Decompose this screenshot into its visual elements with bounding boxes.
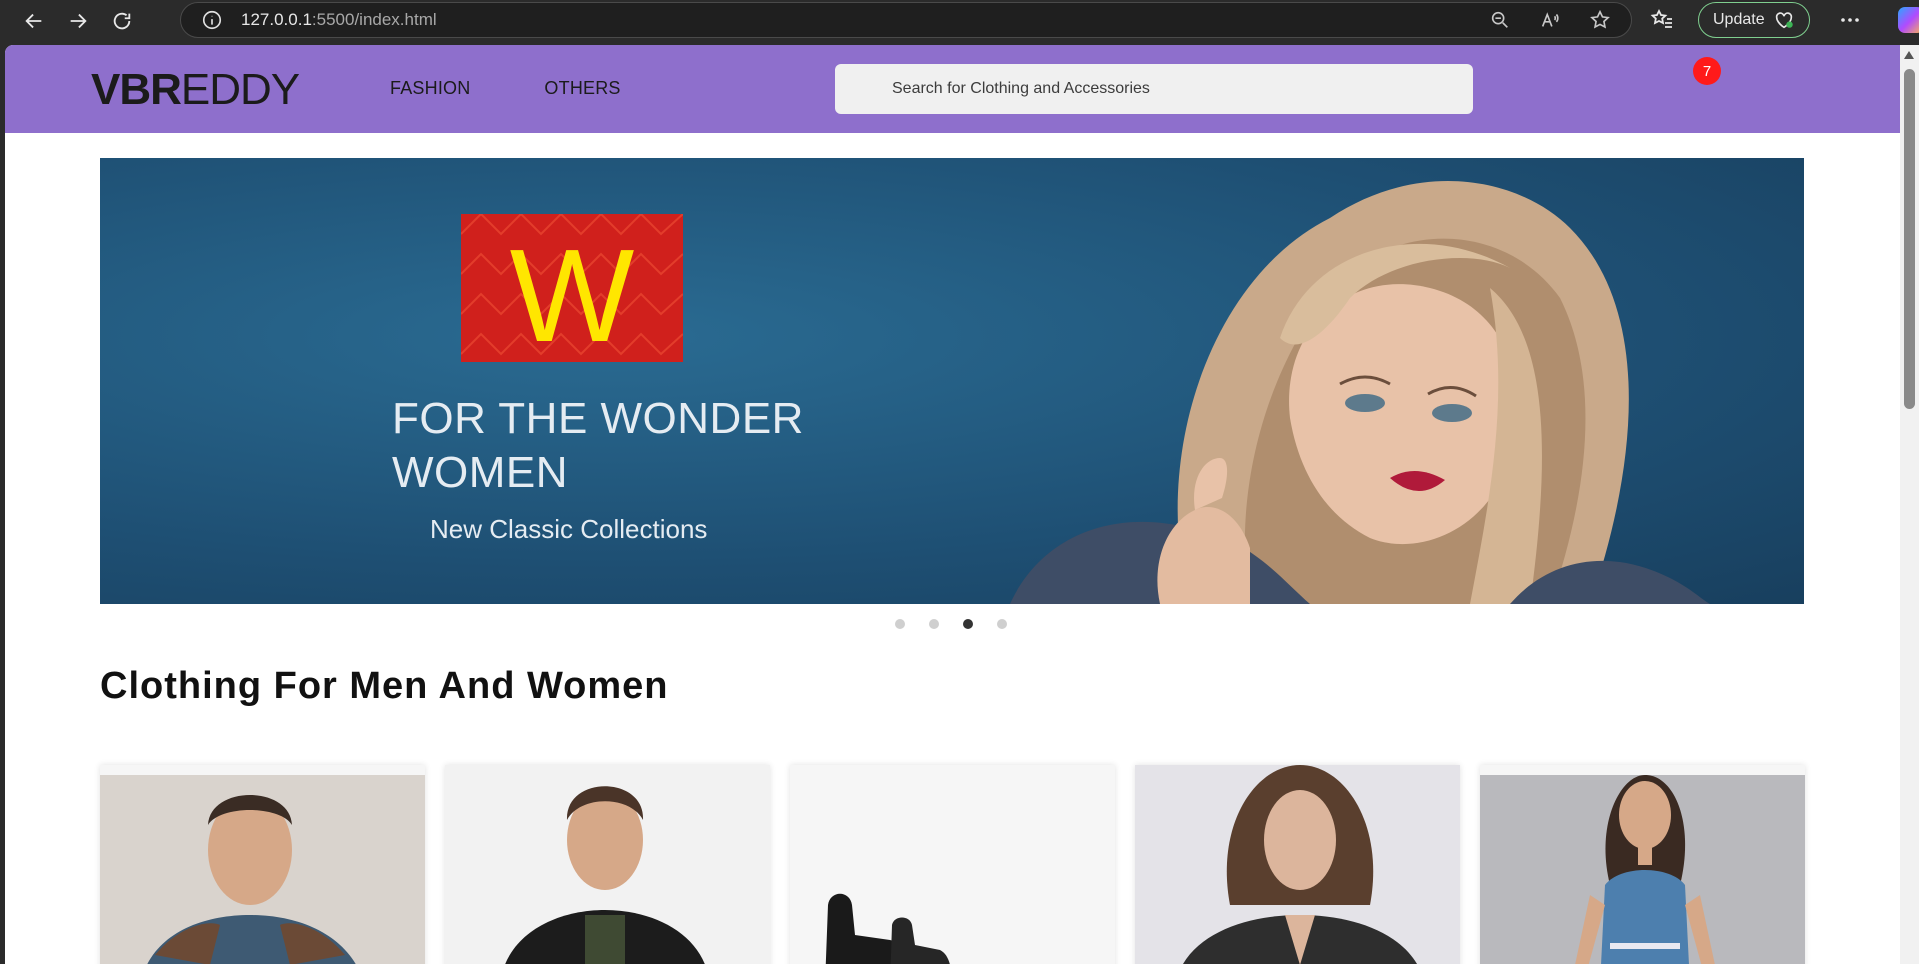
svg-text:W: W — [510, 222, 635, 362]
url-text: 127.0.0.1:5500/index.html — [241, 10, 437, 29]
reload-icon[interactable] — [100, 1, 144, 41]
menu-item-fashion[interactable]: FASHION — [390, 78, 470, 99]
carousel-dot-active[interactable] — [963, 619, 973, 629]
hero-banner[interactable]: W FOR THE WONDER WOMEN New Classic Colle… — [100, 158, 1804, 604]
banner-subline: New Classic Collections — [430, 514, 708, 544]
carousel-dot[interactable] — [929, 619, 939, 629]
forward-icon[interactable] — [56, 1, 100, 41]
update-button[interactable]: Update — [1698, 2, 1810, 38]
banner-headline: FOR THE WONDER WOMEN — [392, 394, 804, 497]
section-title: Clothing For Men And Women — [100, 665, 669, 707]
back-icon[interactable] — [12, 1, 56, 41]
health-heart-icon — [1775, 12, 1793, 29]
site-logo[interactable]: VBREDDY — [91, 65, 300, 115]
man-sweater-image — [100, 775, 425, 964]
site-header: VBREDDY FASHION OTHERS Search for Clothi… — [5, 45, 1900, 133]
product-card[interactable] — [790, 765, 1115, 964]
product-card[interactable] — [1480, 765, 1805, 964]
product-card[interactable] — [100, 765, 425, 964]
favorites-list-icon[interactable] — [1650, 8, 1674, 32]
menu-item-others[interactable]: OTHERS — [544, 78, 620, 99]
scrollbar-thumb[interactable] — [1904, 69, 1915, 409]
carousel-dot[interactable] — [997, 619, 1007, 629]
product-card[interactable] — [445, 765, 770, 964]
product-card-row — [100, 765, 1805, 964]
search-input[interactable]: Search for Clothing and Accessories — [835, 64, 1473, 114]
site-info-icon[interactable] — [201, 9, 223, 31]
carousel-dot[interactable] — [895, 619, 905, 629]
copilot-icon[interactable] — [1897, 7, 1919, 33]
woman-leather-jacket-image — [1135, 765, 1460, 964]
carousel-indicators — [895, 619, 1007, 629]
man-jacket-image — [445, 765, 770, 964]
model-portrait-image — [1010, 180, 1710, 604]
page-scrollbar[interactable] — [1900, 45, 1919, 964]
main-menu: FASHION OTHERS — [390, 78, 621, 99]
woman-denim-dress-image — [1480, 775, 1805, 964]
more-menu-icon[interactable] — [1838, 8, 1862, 32]
brand-w-logo: W — [461, 214, 683, 362]
cart-count-badge[interactable]: 7 — [1693, 57, 1721, 85]
read-aloud-icon[interactable] — [1539, 9, 1561, 31]
zoom-out-icon[interactable] — [1489, 9, 1511, 31]
update-label: Update — [1713, 11, 1765, 28]
product-card[interactable] — [1135, 765, 1460, 964]
scroll-up-arrow-icon[interactable] — [1904, 51, 1914, 59]
favorite-star-icon[interactable] — [1589, 9, 1611, 31]
page-viewport: VBREDDY FASHION OTHERS Search for Clothi… — [5, 45, 1900, 964]
address-bar[interactable]: 127.0.0.1:5500/index.html — [180, 2, 1632, 38]
boots-image — [790, 765, 1115, 964]
search-placeholder: Search for Clothing and Accessories — [892, 80, 1150, 97]
